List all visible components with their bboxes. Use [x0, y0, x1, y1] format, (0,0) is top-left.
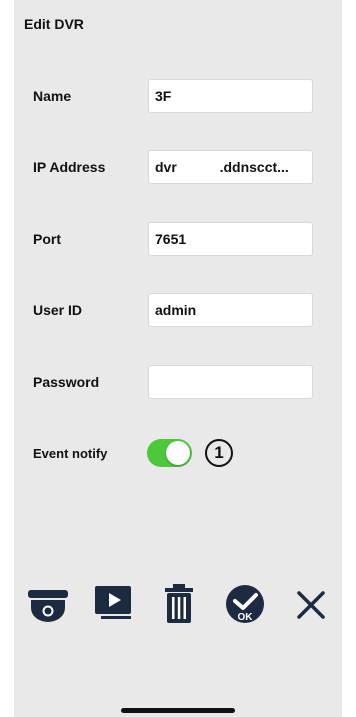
- password-label: Password: [33, 374, 100, 390]
- password-field[interactable]: [148, 365, 313, 399]
- ip-address-label: IP Address: [33, 159, 106, 175]
- ok-icon[interactable]: OK: [223, 582, 267, 626]
- page-title: Edit DVR: [24, 16, 84, 32]
- user-id-field[interactable]: admin: [148, 293, 313, 327]
- trash-icon[interactable]: [161, 582, 197, 626]
- play-icon[interactable]: [92, 582, 136, 626]
- port-row: Port 7651: [14, 222, 342, 258]
- home-indicator: [121, 708, 235, 713]
- close-icon[interactable]: [293, 582, 329, 626]
- port-label: Port: [33, 231, 61, 247]
- password-row: Password: [14, 365, 342, 401]
- name-label: Name: [33, 88, 72, 104]
- toggle-knob: [166, 441, 190, 465]
- user-id-row: User ID admin: [14, 293, 342, 329]
- user-id-label: User ID: [33, 302, 83, 318]
- edit-dvr-panel: Edit DVR Name 3F IP Address dvr .ddnscct…: [14, 0, 342, 717]
- name-row: Name 3F: [14, 79, 342, 115]
- svg-text:OK: OK: [238, 612, 254, 623]
- step-number-badge: 1: [205, 439, 233, 467]
- ip-row: IP Address dvr .ddnscct...: [14, 150, 342, 186]
- port-field[interactable]: 7651: [148, 222, 313, 256]
- ip-address-field[interactable]: dvr .ddnscct...: [148, 150, 313, 184]
- camera-icon[interactable]: [26, 582, 70, 626]
- event-notify-label: Event notify: [33, 446, 108, 461]
- name-field[interactable]: 3F: [148, 79, 313, 113]
- event-notify-toggle[interactable]: [147, 439, 192, 467]
